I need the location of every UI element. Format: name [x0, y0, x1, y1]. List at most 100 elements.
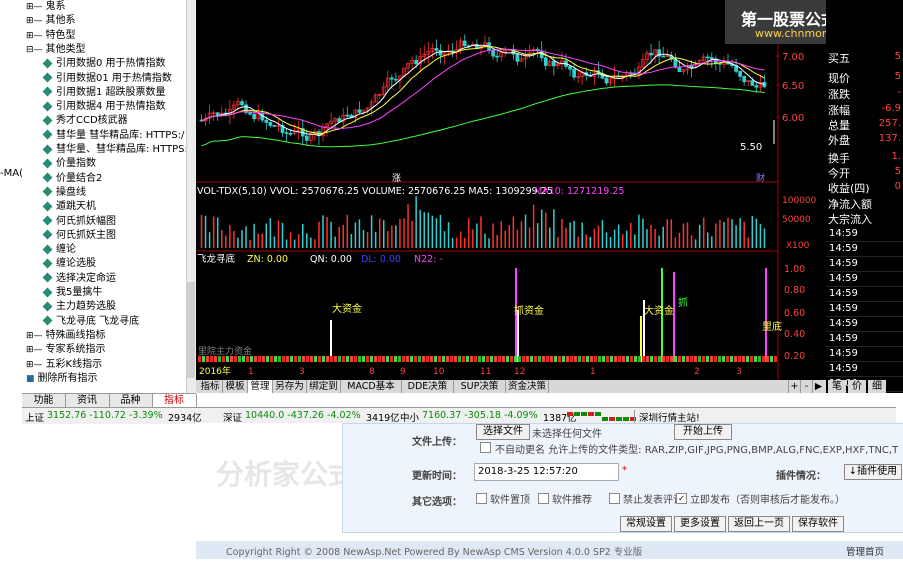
tree-item[interactable]: ⊞— 五彩K线指示 [26, 358, 102, 372]
tree-item-label: 我5量擒牛 [56, 287, 103, 298]
chart-nav-button[interactable]: ▶ [812, 380, 824, 393]
chart-tab[interactable]: 模板 [223, 380, 248, 393]
stock-chart[interactable]: 7.00 6.50 6.00 5.50 涨 财 VOL-TDX(5,10) VVOL: 25… [196, 0, 826, 393]
chart-nav-button[interactable]: - [800, 380, 812, 393]
tree-item[interactable]: 飞龙寻底 飞龙寻底 [42, 315, 139, 329]
index-value: 10440.0 -437.26 -4.02% [245, 410, 361, 421]
trend-block [478, 356, 481, 362]
tab-3[interactable]: 指标 [152, 394, 197, 408]
option-checkbox[interactable]: ✓ [676, 493, 687, 504]
quote-tab[interactable]: 价 [848, 380, 866, 393]
start-upload-button[interactable]: 开始上传 [674, 424, 732, 440]
tree-item[interactable]: ⊞— 特色型 [26, 29, 76, 43]
trend-block [326, 356, 329, 362]
tree-item[interactable]: 价量结合2 [42, 172, 102, 186]
trend-block [314, 356, 317, 362]
tree-item[interactable]: 引用数据01 用于热情指数 [42, 72, 172, 86]
quote-label: 收益(四) [828, 182, 870, 195]
quote-value: 5 [894, 51, 901, 62]
quote-tab[interactable]: 细 [868, 380, 886, 393]
trend-block [274, 356, 277, 362]
trend-block [602, 356, 605, 362]
form-button[interactable]: 保存软件 [792, 516, 844, 532]
quote-label: 涨跌 [828, 88, 850, 101]
tab-1[interactable]: 资讯 [66, 394, 110, 408]
upload-form: 分析家公式网 www.fxgs.com文件上传：选择文件未选择任何文件开始上传不… [196, 423, 903, 569]
tree-item[interactable]: 主力趋势选股 [42, 300, 116, 314]
tree-item-label: 彗华量 彗华精品库: HTTPS:/ [56, 129, 185, 141]
chart-tab[interactable]: 指标 [198, 380, 223, 393]
quote-value: 257. [878, 118, 901, 129]
option-checkbox[interactable] [609, 493, 620, 504]
trend-block [658, 356, 661, 362]
quote-tab[interactable]: 笔 [828, 380, 846, 393]
chart-tab[interactable]: 管理 [248, 380, 273, 393]
tree-item[interactable]: 引用数据0 用于热情指数 [42, 57, 166, 71]
form-button[interactable]: 返回上一页 [728, 516, 790, 532]
trend-block [522, 356, 525, 362]
update-time-input[interactable]: 2018-3-25 12:57:20 [474, 463, 619, 481]
month-label: 2 [694, 367, 700, 377]
tree-scrollbar-thumb[interactable] [187, 282, 195, 378]
tree-item[interactable]: ⊞— 专家系统指示 [26, 343, 106, 357]
tick-time: 14:59 [829, 348, 858, 359]
chart-tab[interactable]: DDE决策 [402, 380, 454, 393]
tree-item[interactable]: ⊞— 特殊画线指标 [26, 329, 106, 343]
price-low-label: 5.50 [740, 142, 762, 153]
choose-file-button[interactable]: 选择文件 [476, 424, 530, 440]
tree-item[interactable]: 操盘线 [42, 186, 86, 200]
tree-item-label: 删除所有指示 [37, 372, 98, 384]
tab-2[interactable]: 品种 [109, 394, 153, 408]
trend-block [430, 356, 433, 362]
admin-home-link[interactable]: 管理首页 [846, 544, 884, 558]
plugin-select[interactable]: ↓插件使用 [844, 464, 902, 480]
tree-item[interactable]: 引用数据4 用于热情指数 [42, 100, 166, 114]
chart-tab[interactable]: 资金决策 [506, 380, 549, 393]
form-button[interactable]: 常规设置 [620, 516, 672, 532]
tree-item[interactable]: 秀才CCD核武器 [42, 114, 128, 128]
tree-item[interactable]: 我5量擒牛 [42, 286, 103, 300]
chart-tab[interactable]: 绑定到 [307, 380, 341, 393]
tree-item[interactable]: 选择决定命运 [42, 272, 116, 286]
tree-item[interactable]: 何氏抓妖主图 [42, 229, 116, 243]
other-label: 其它选项： [412, 497, 462, 508]
tab-0[interactable]: 功能 [22, 394, 66, 408]
trend-block [526, 356, 529, 362]
tree-item[interactable]: 缠论选股 [42, 257, 96, 271]
tree-item[interactable]: 缠论 [42, 243, 76, 257]
price-tick: 6.00 [782, 113, 804, 124]
tree-item[interactable]: 遁跳天机 [42, 200, 96, 214]
tree-item[interactable]: ■ 删除所有指示 [26, 372, 98, 386]
option-checkbox[interactable] [476, 493, 487, 504]
chart-tab[interactable]: MACD基本 [341, 380, 402, 393]
tree-item-label: 遁跳天机 [56, 201, 96, 213]
quote-label: 涨幅 [828, 104, 850, 117]
trend-block [518, 356, 521, 362]
market-breadth-block [588, 412, 594, 416]
chart-tab[interactable]: SUP决策 [454, 380, 506, 393]
tree-item[interactable]: 何氏抓妖幅图 [42, 215, 116, 229]
rename-checkbox[interactable] [480, 442, 491, 453]
candle-body [705, 56, 710, 59]
tree-item-label: 引用数据0 用于热情指数 [56, 58, 166, 70]
trend-block [498, 356, 501, 362]
candle-body [754, 85, 759, 88]
trend-block [410, 356, 413, 362]
candle-body [673, 58, 678, 68]
chart-nav-button[interactable]: + [788, 380, 800, 393]
tree-item[interactable]: 价量指数 [42, 157, 96, 171]
tree-item[interactable]: 彗华量、彗华精品库: HTTPS: [42, 143, 188, 157]
option-checkbox[interactable] [538, 493, 549, 504]
tree-item[interactable]: ⊞— 鬼系 [26, 0, 66, 14]
left-edge-fragment: -MA( [0, 168, 23, 179]
form-button[interactable]: 更多设置 [674, 516, 726, 532]
tree-item[interactable]: ⊞— 其他系 [26, 14, 76, 28]
chart-tab[interactable]: 另存为 [273, 380, 307, 393]
trend-block [422, 356, 425, 362]
tree-item[interactable]: 彗华量 彗华精品库: HTTPS:/ [42, 129, 185, 143]
trend-block [746, 356, 749, 362]
tree-item[interactable]: ⊟— 其他类型 [26, 43, 86, 57]
tree-item[interactable]: 引用数据1 超跌股票数量 [42, 86, 166, 100]
year-label: 2016年 [199, 365, 231, 377]
candle-body [462, 40, 467, 47]
